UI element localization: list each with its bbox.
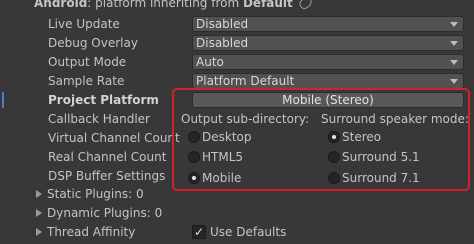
debug-overlay-label: Debug Overlay bbox=[48, 36, 138, 50]
dynamic-plugins-label: Dynamic Plugins: 0 bbox=[47, 206, 163, 220]
sample-rate-dropdown[interactable]: Platform Default bbox=[192, 73, 464, 89]
radio-button-icon bbox=[328, 172, 340, 184]
radio-html5-label: HTML5 bbox=[202, 150, 244, 164]
platform-header-suffix: : platform inheriting from bbox=[87, 0, 243, 10]
debug-overlay-value: Disabled bbox=[196, 36, 249, 50]
live-update-dropdown[interactable]: Disabled bbox=[192, 16, 464, 32]
chevron-down-icon bbox=[450, 79, 458, 84]
virtual-channel-count-label: Virtual Channel Count bbox=[48, 131, 180, 145]
radio-button-icon bbox=[328, 151, 340, 163]
callback-handler-label: Callback Handler bbox=[48, 112, 150, 126]
foldout-arrow-icon bbox=[36, 209, 42, 217]
output-mode-dropdown[interactable]: Auto bbox=[192, 54, 464, 70]
checkmark-icon: ✓ bbox=[193, 225, 205, 239]
thread-affinity-foldout[interactable]: Thread Affinity bbox=[36, 225, 135, 239]
debug-overlay-dropdown[interactable]: Disabled bbox=[192, 35, 464, 51]
sample-rate-value: Platform Default bbox=[196, 74, 295, 88]
foldout-arrow-icon bbox=[36, 190, 42, 198]
live-update-value: Disabled bbox=[196, 17, 249, 31]
chevron-down-icon bbox=[450, 41, 458, 46]
radio-surround-71[interactable]: Surround 7.1 bbox=[328, 170, 420, 186]
radio-html5[interactable]: HTML5 bbox=[188, 149, 243, 165]
radio-surround-71-label: Surround 7.1 bbox=[342, 171, 420, 185]
thread-affinity-label: Thread Affinity bbox=[47, 225, 136, 239]
radio-desktop-label: Desktop bbox=[202, 130, 252, 144]
radio-button-selected-icon bbox=[328, 131, 340, 143]
radio-stereo[interactable]: Stereo bbox=[328, 129, 381, 145]
radio-surround-51-label: Surround 5.1 bbox=[342, 150, 420, 164]
radio-button-icon bbox=[188, 151, 200, 163]
dsp-buffer-settings-label: DSP Buffer Settings bbox=[48, 169, 166, 183]
radio-stereo-label: Stereo bbox=[342, 130, 382, 144]
radio-mobile-label: Mobile bbox=[202, 171, 242, 185]
static-plugins-label: Static Plugins: 0 bbox=[47, 187, 144, 201]
platform-header: Android : platform inheriting from Defau… bbox=[34, 0, 314, 12]
static-plugins-foldout[interactable]: Static Plugins: 0 bbox=[36, 187, 144, 201]
real-channel-count-label: Real Channel Count bbox=[48, 150, 167, 164]
output-subdir-title: Output sub-directory: bbox=[181, 112, 310, 126]
link-icon[interactable] bbox=[297, 0, 314, 12]
use-defaults-checkbox[interactable]: ✓ bbox=[192, 225, 206, 239]
project-platform-label: Project Platform bbox=[48, 93, 159, 107]
inherit-source: Default bbox=[242, 0, 293, 10]
radio-mobile[interactable]: Mobile bbox=[188, 170, 241, 186]
fmod-settings-panel: Android : platform inheriting from Defau… bbox=[0, 0, 474, 244]
output-mode-value: Auto bbox=[196, 55, 224, 69]
radio-desktop[interactable]: Desktop bbox=[188, 129, 252, 145]
foldout-arrow-icon bbox=[36, 228, 42, 236]
output-mode-label: Output Mode bbox=[48, 55, 127, 69]
selection-marker bbox=[2, 92, 4, 108]
speaker-mode-title: Surround speaker mode: bbox=[321, 112, 469, 126]
chevron-down-icon bbox=[450, 60, 458, 65]
live-update-label: Live Update bbox=[48, 17, 120, 31]
radio-surround-51[interactable]: Surround 5.1 bbox=[328, 149, 420, 165]
platform-name: Android bbox=[34, 0, 88, 10]
dynamic-plugins-foldout[interactable]: Dynamic Plugins: 0 bbox=[36, 206, 162, 220]
radio-button-selected-icon bbox=[188, 172, 200, 184]
sample-rate-label: Sample Rate bbox=[48, 74, 125, 88]
use-defaults-label: Use Defaults bbox=[210, 225, 287, 239]
chevron-down-icon bbox=[450, 22, 458, 27]
radio-button-icon bbox=[188, 131, 200, 143]
